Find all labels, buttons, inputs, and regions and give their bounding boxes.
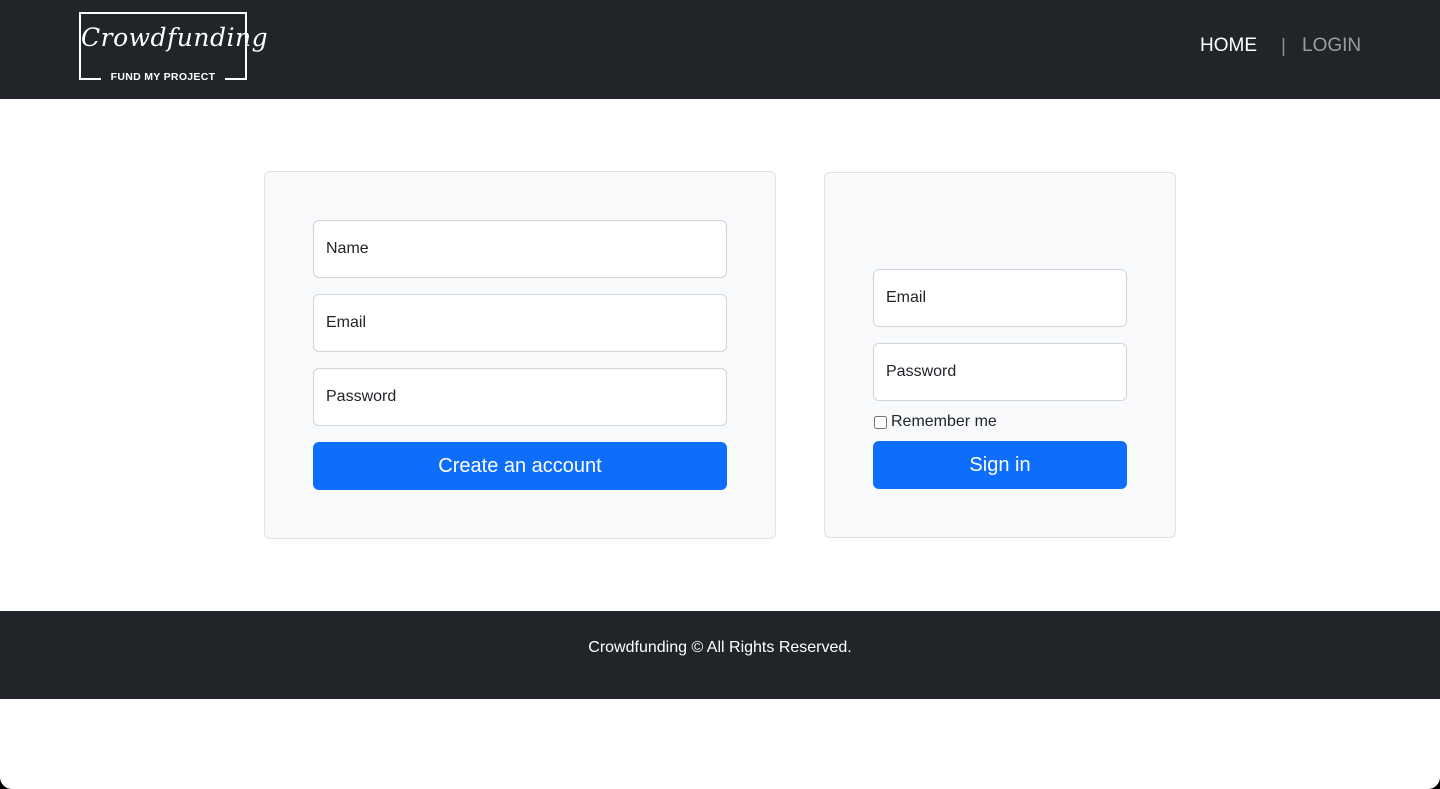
create-account-button[interactable]: Create an account: [313, 442, 727, 490]
login-card: Remember me Sign in: [824, 172, 1176, 538]
footer-copyright: Crowdfunding © All Rights Reserved.: [588, 639, 852, 656]
nav-login-link[interactable]: LOGIN: [1302, 34, 1361, 58]
footer: Crowdfunding © All Rights Reserved.: [0, 611, 1440, 699]
sign-in-button[interactable]: Sign in: [873, 441, 1127, 489]
register-password-input[interactable]: [313, 368, 727, 426]
page: Crowdfunding FUND MY PROJECT HOME | LOGI…: [0, 0, 1440, 789]
login-password-input[interactable]: [873, 343, 1127, 401]
navbar: Crowdfunding FUND MY PROJECT HOME | LOGI…: [0, 0, 1440, 99]
register-card: Create an account: [264, 171, 776, 539]
nav-home-link[interactable]: HOME: [1200, 34, 1257, 58]
login-email-input[interactable]: [873, 269, 1127, 327]
register-name-input[interactable]: [313, 220, 727, 278]
nav-separator: |: [1281, 36, 1286, 57]
register-email-input[interactable]: [313, 294, 727, 352]
remember-me-checkbox[interactable]: [874, 415, 887, 429]
remember-me[interactable]: Remember me: [873, 412, 997, 432]
remember-me-label: Remember me: [891, 413, 997, 430]
logo-tagline: FUND MY PROJECT: [101, 70, 225, 84]
logo[interactable]: Crowdfunding FUND MY PROJECT: [79, 12, 269, 84]
logo-script-text: Crowdfunding: [81, 23, 269, 52]
